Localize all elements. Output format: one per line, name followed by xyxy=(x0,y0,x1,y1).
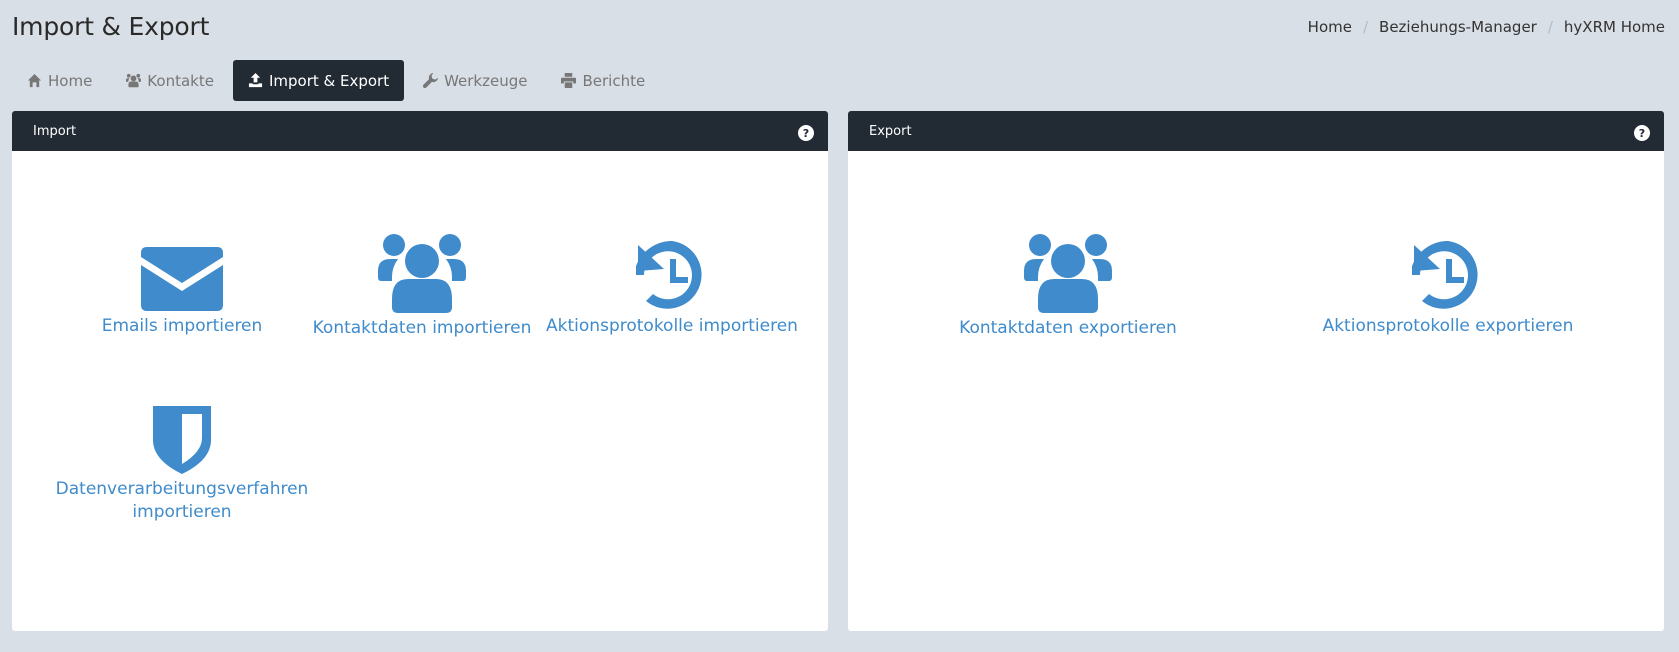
tab-kontakte[interactable]: Kontakte xyxy=(111,60,229,101)
export-contacts-action[interactable]: Kontaktdaten exportieren xyxy=(948,233,1188,340)
import-panel-header: Import ? xyxy=(12,111,828,151)
users-icon xyxy=(126,73,141,88)
breadcrumb-manager-link[interactable]: Beziehungs-Manager xyxy=(1379,18,1537,36)
import-logs-label: Aktionsprotokolle importieren xyxy=(546,316,798,336)
users-icon xyxy=(1024,233,1112,313)
breadcrumb-separator: / xyxy=(1547,18,1553,36)
tab-berichte[interactable]: Berichte xyxy=(546,60,660,101)
page-title: Import & Export xyxy=(12,12,210,41)
export-panel-header: Export ? xyxy=(848,111,1664,151)
tab-label: Berichte xyxy=(582,71,646,90)
tab-import-export[interactable]: Import & Export xyxy=(232,60,405,101)
print-icon xyxy=(561,73,577,88)
shield-icon xyxy=(153,406,211,474)
export-logs-label: Aktionsprotokolle exportieren xyxy=(1322,316,1574,336)
export-contacts-label: Kontaktdaten exportieren xyxy=(959,318,1177,338)
export-panel-title: Export xyxy=(869,124,912,139)
users-icon xyxy=(378,233,466,313)
import-procedures-label-line1: Datenverarbeitungsverfahren xyxy=(55,479,309,499)
help-icon[interactable]: ? xyxy=(798,125,814,141)
tab-label: Kontakte xyxy=(147,71,214,90)
import-contacts-action[interactable]: Kontaktdaten importieren xyxy=(302,233,542,340)
import-procedures-action[interactable]: Datenverarbeitungsverfahren importieren xyxy=(52,406,312,524)
breadcrumb-app-home-link[interactable]: hyXRM Home xyxy=(1564,18,1665,36)
tab-label: Werkzeuge xyxy=(444,71,528,90)
help-icon[interactable]: ? xyxy=(1634,125,1650,141)
tab-home[interactable]: Home xyxy=(12,60,107,101)
tab-label: Import & Export xyxy=(268,71,390,90)
export-panel: Export ? Kontaktdaten exportieren Aktion… xyxy=(848,111,1664,631)
home-icon xyxy=(27,73,42,88)
import-panel-title: Import xyxy=(33,124,77,139)
breadcrumb: Home / Beziehungs-Manager / hyXRM Home xyxy=(1308,18,1665,36)
wrench-icon xyxy=(423,73,439,88)
main-tabs: Home Kontakte Import & Export Werkzeuge … xyxy=(12,60,664,101)
upload-icon xyxy=(248,73,263,88)
import-contacts-label: Kontaktdaten importieren xyxy=(312,318,532,338)
tab-label: Home xyxy=(48,71,93,90)
import-emails-action[interactable]: Emails importieren xyxy=(72,247,292,338)
envelope-icon xyxy=(141,247,223,311)
breadcrumb-separator: / xyxy=(1362,18,1369,36)
history-icon xyxy=(1412,239,1484,311)
import-logs-action[interactable]: Aktionsprotokolle importieren xyxy=(542,239,802,338)
import-emails-label: Emails importieren xyxy=(101,316,263,336)
export-logs-action[interactable]: Aktionsprotokolle exportieren xyxy=(1318,239,1578,338)
page-header: Import & Export Home / Beziehungs-Manage… xyxy=(12,12,1667,44)
tab-werkzeuge[interactable]: Werkzeuge xyxy=(408,60,542,101)
breadcrumb-home-link[interactable]: Home xyxy=(1308,18,1352,36)
history-icon xyxy=(636,239,708,311)
import-panel: Import ? Emails importieren Kontaktdaten… xyxy=(12,111,828,631)
import-procedures-label-line2: importieren xyxy=(132,502,232,522)
